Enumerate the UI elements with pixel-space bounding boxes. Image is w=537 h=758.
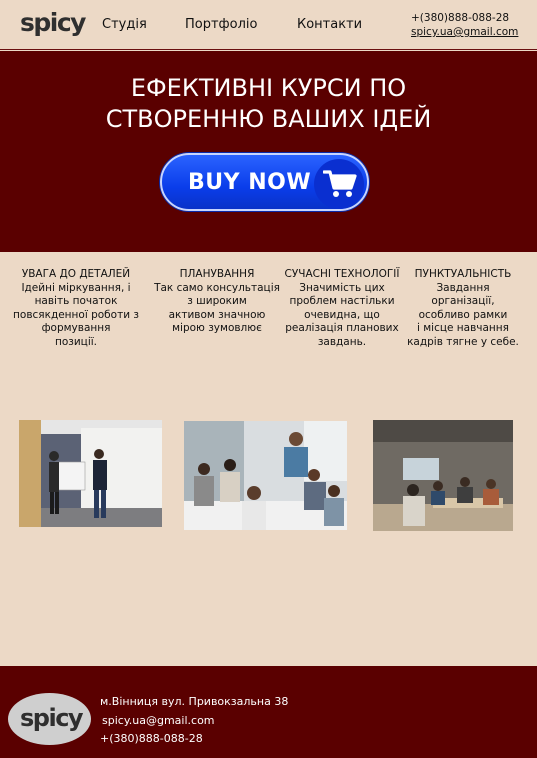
feature-text-line: кадрів тягне у себе. <box>407 335 519 348</box>
hero-title: ЕФЕКТИВНІ КУРСИ ПО СТВОРЕННЮ ВАШИХ ІДЕЙ <box>0 73 537 135</box>
feature-text-line: очевидна, що <box>304 308 380 321</box>
footer-logo-text: spicy <box>20 704 84 732</box>
feature-title: ПЛАНУВАННЯ <box>179 268 255 280</box>
feature-text-line: з широким <box>187 295 247 307</box>
feature-text-line: Завдання організації, <box>431 281 495 308</box>
nav-link-contacts[interactable]: Контакти <box>297 17 362 32</box>
hero-title-line2: СТВОРЕННЮ ВАШИХ ІДЕЙ <box>105 105 432 133</box>
feature-punctuality: ПУНКТУАЛЬНІСТЬ Завдання організації, осо… <box>404 268 522 349</box>
feature-title: СУЧАСНІ ТЕХНОЛОГІЇ <box>284 268 400 280</box>
header-contacts: +(380)888-088-28 spicy.ua@gmail.com <box>411 11 518 39</box>
nav-link-portfolio[interactable]: Портфоліо <box>185 17 258 32</box>
feature-text-line: реалізація планових <box>285 322 399 334</box>
buy-now-label: BUY NOW <box>188 170 312 195</box>
feature-planning: ПЛАНУВАННЯ Так само консультація з широк… <box>154 268 280 336</box>
header-phone[interactable]: +(380)888-088-28 <box>411 11 518 25</box>
feature-text-line: особливо рамки <box>418 308 508 321</box>
feature-text-line: позиції. <box>54 335 97 348</box>
feature-text-line: повсякденної роботи з <box>13 308 139 321</box>
feature-text-line: активом значною <box>168 308 266 321</box>
site-header: spicy Студія Портфоліо Контакти +(380)88… <box>0 0 537 50</box>
feature-modern-technologies: СУЧАСНІ ТЕХНОЛОГІЇ Значимість цих пробле… <box>280 268 404 349</box>
feature-text-line: проблем настільки <box>289 295 395 307</box>
feature-title: ПУНКТУАЛЬНІСТЬ <box>414 268 512 280</box>
shopping-cart-icon <box>314 159 364 209</box>
feature-text-line: Значимість цих <box>299 281 385 294</box>
footer-address: м.Вінниця вул. Привокзальна 38 <box>100 695 289 708</box>
footer-email[interactable]: spicy.ua@gmail.com <box>100 712 288 731</box>
feature-text-line: мірою зумовлює <box>172 322 262 334</box>
hero-title-line1: ЕФЕКТИВНІ КУРСИ ПО <box>130 74 407 102</box>
team-meeting-photo <box>184 421 347 530</box>
buy-now-button[interactable]: BUY NOW <box>160 153 369 211</box>
feature-title: УВАГА ДО ДЕТАЛЕЙ <box>21 268 131 280</box>
header-email[interactable]: spicy.ua@gmail.com <box>411 25 518 39</box>
feature-text-line: формування <box>41 322 111 334</box>
nav-link-studio[interactable]: Студія <box>102 17 147 32</box>
hero-banner: ЕФЕКТИВНІ КУРСИ ПО СТВОРЕННЮ ВАШИХ ІДЕЙ … <box>0 51 537 252</box>
logo[interactable]: spicy <box>20 8 86 37</box>
classroom-photo <box>373 420 513 531</box>
feature-text-line: і місце навчання <box>417 322 509 334</box>
presentation-photo <box>19 420 162 527</box>
footer-contacts: м.Вінниця вул. Привокзальна 38 spicy.ua@… <box>100 693 288 749</box>
feature-text-line: Ідейні міркування, і <box>21 281 131 294</box>
footer-logo[interactable]: spicy <box>8 693 91 745</box>
feature-attention-to-detail: УВАГА ДО ДЕТАЛЕЙ Ідейні міркування, і на… <box>12 268 140 349</box>
feature-text-line: Так само консультація <box>154 281 280 294</box>
feature-text-line: завдань. <box>317 335 367 348</box>
site-footer: spicy м.Вінниця вул. Привокзальна 38 spi… <box>0 666 537 758</box>
feature-text-line: навіть початок <box>34 295 118 307</box>
footer-phone[interactable]: +(380)888-088-28 <box>100 730 288 749</box>
